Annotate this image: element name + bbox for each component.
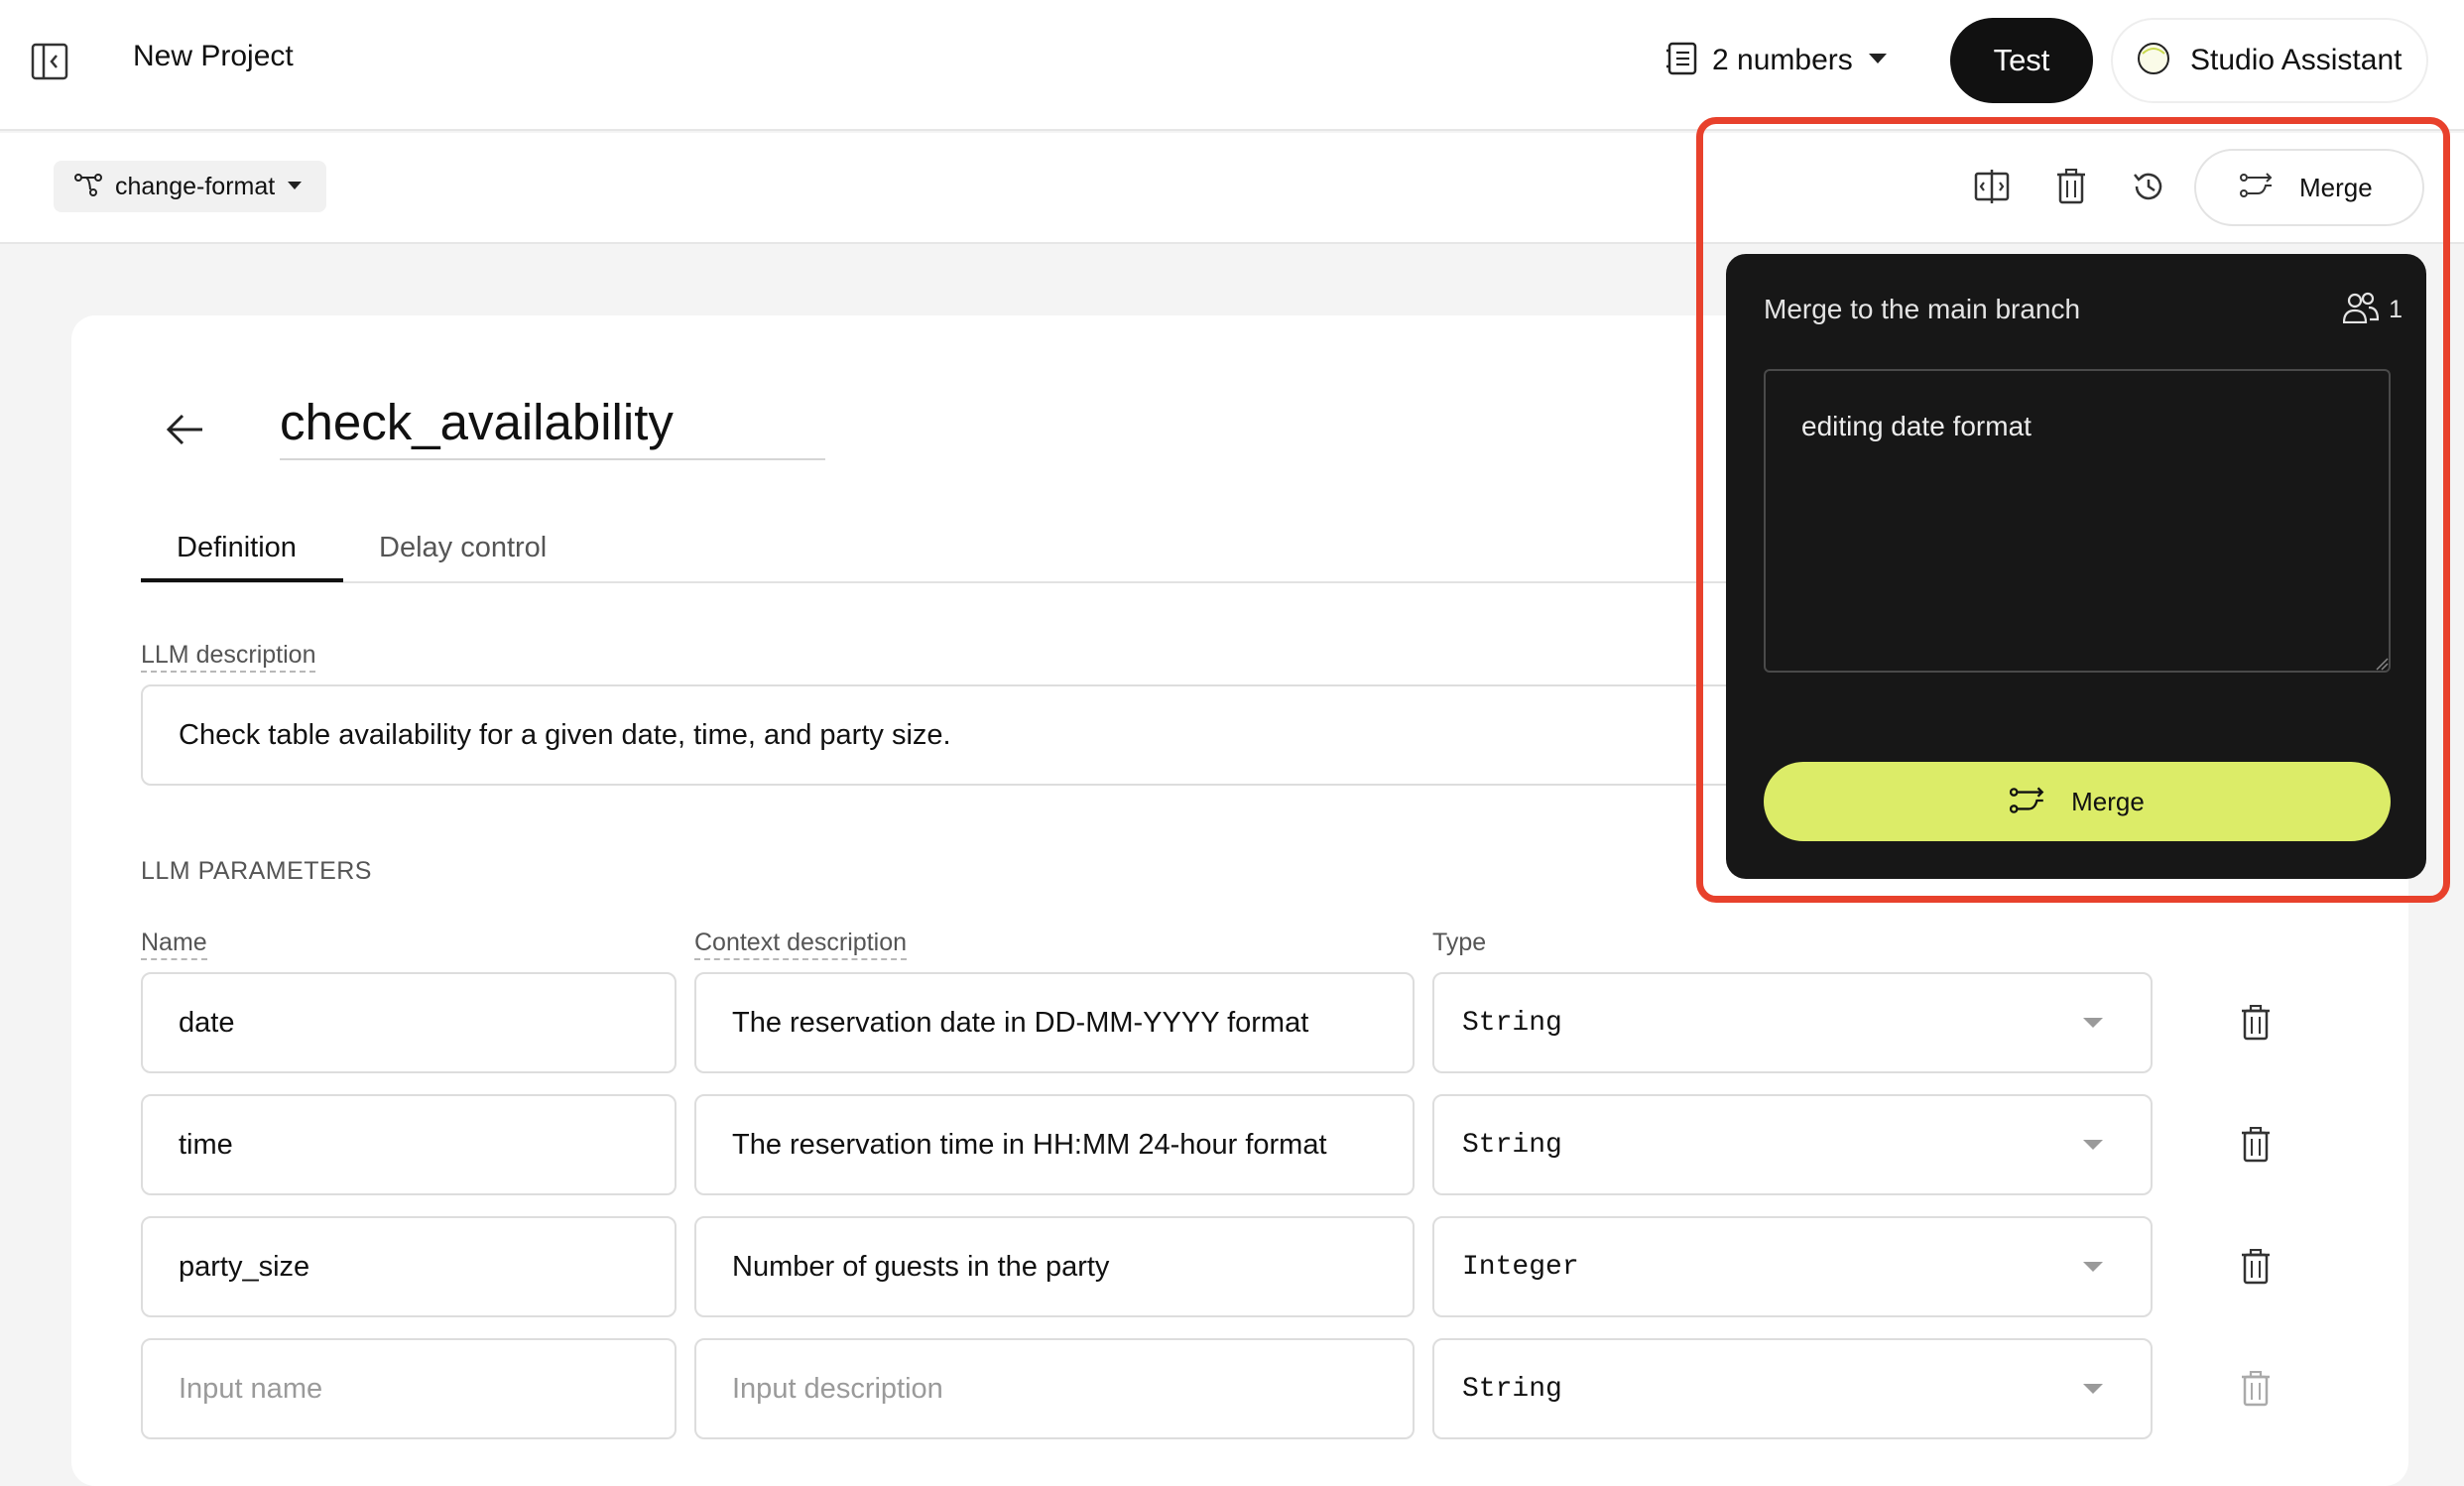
- new-param-type-select[interactable]: String: [1432, 1338, 2153, 1439]
- resize-grip-icon[interactable]: [2375, 657, 2389, 671]
- sidebar-toggle-icon[interactable]: [30, 42, 69, 81]
- merge-popover-title: Merge to the main branch: [1764, 294, 2081, 324]
- collaborators-count-value: 1: [2389, 296, 2402, 323]
- tab-definition[interactable]: Definition: [177, 532, 297, 564]
- branch-selector[interactable]: change-format: [54, 161, 327, 212]
- param-name-input[interactable]: party_size: [141, 1216, 677, 1317]
- param-type-value: String: [1462, 1129, 1562, 1161]
- param-name-input[interactable]: time: [141, 1094, 677, 1195]
- trash-icon: [2232, 1365, 2279, 1413]
- trash-icon[interactable]: [2232, 999, 2279, 1047]
- confirm-merge-label: Merge: [2071, 786, 2145, 816]
- assistant-orb-icon: [2135, 40, 2172, 82]
- tab-delay-control[interactable]: Delay control: [379, 532, 547, 564]
- back-arrow-icon[interactable]: [163, 407, 208, 452]
- numbers-label: 2 numbers: [1712, 44, 1853, 76]
- llm-description-label: LLM description: [141, 641, 316, 673]
- active-tab-indicator: [141, 578, 343, 582]
- phone-numbers-dropdown[interactable]: 2 numbers: [1666, 36, 1889, 85]
- users-icon: [2342, 292, 2380, 328]
- branch-toolbar: change-format: [0, 133, 2464, 244]
- test-button[interactable]: Test: [1950, 18, 2093, 103]
- chevron-down-icon: [2083, 1140, 2103, 1150]
- branch-icon: [73, 172, 103, 202]
- top-bar: New Project 2 numbers Test Studio Assist…: [0, 0, 2464, 131]
- trash-icon[interactable]: [2232, 1243, 2279, 1291]
- trash-icon[interactable]: [2049, 165, 2093, 208]
- studio-assistant-button[interactable]: Studio Assistant: [2111, 18, 2428, 103]
- param-description-input[interactable]: The reservation date in DD-MM-YYYY forma…: [694, 972, 1415, 1073]
- page: New Project 2 numbers Test Studio Assist…: [0, 0, 2464, 1486]
- chevron-down-icon: [2083, 1262, 2103, 1272]
- branch-label: change-format: [115, 172, 276, 200]
- column-type-label: Type: [1432, 929, 1487, 956]
- project-title[interactable]: New Project: [133, 40, 294, 73]
- merge-icon: [2010, 787, 2047, 817]
- chevron-down-icon: [1867, 52, 1889, 70]
- param-type-value: Integer: [1462, 1251, 1579, 1283]
- param-type-select[interactable]: String: [1432, 1094, 2153, 1195]
- history-icon[interactable]: [2127, 165, 2170, 208]
- new-param-name-input[interactable]: Input name: [141, 1338, 677, 1439]
- llm-parameters-heading: LLM PARAMETERS: [141, 857, 372, 885]
- column-name-label: Name: [141, 929, 207, 960]
- param-type-select[interactable]: String: [1432, 972, 2153, 1073]
- collaborators-count: 1: [2342, 292, 2402, 328]
- compare-icon[interactable]: [1970, 165, 2014, 208]
- confirm-merge-button[interactable]: Merge: [1764, 762, 2391, 841]
- column-context-label: Context description: [694, 929, 908, 960]
- param-type-value: String: [1462, 1373, 1562, 1405]
- merge-message-textarea[interactable]: editing date format: [1764, 369, 2391, 673]
- chevron-down-icon: [2083, 1018, 2103, 1028]
- param-description-input[interactable]: The reservation time in HH:MM 24-hour fo…: [694, 1094, 1415, 1195]
- param-type-value: String: [1462, 1007, 1562, 1039]
- param-type-select[interactable]: Integer: [1432, 1216, 2153, 1317]
- studio-assistant-label: Studio Assistant: [2190, 44, 2402, 76]
- tool-name-input[interactable]: check_availability: [280, 393, 825, 460]
- param-name-input[interactable]: date: [141, 972, 677, 1073]
- merge-icon: [2240, 172, 2276, 203]
- merge-button-label: Merge: [2299, 172, 2373, 202]
- chevron-down-icon: [2083, 1384, 2103, 1394]
- param-description-input[interactable]: Number of guests in the party: [694, 1216, 1415, 1317]
- new-param-description-input[interactable]: Input description: [694, 1338, 1415, 1439]
- trash-icon[interactable]: [2232, 1121, 2279, 1169]
- chevron-down-icon: [287, 178, 303, 195]
- merge-popover: Merge to the main branch 1 editing date …: [1726, 254, 2426, 879]
- merge-button[interactable]: Merge: [2194, 149, 2424, 226]
- phone-list-icon: [1666, 42, 1698, 80]
